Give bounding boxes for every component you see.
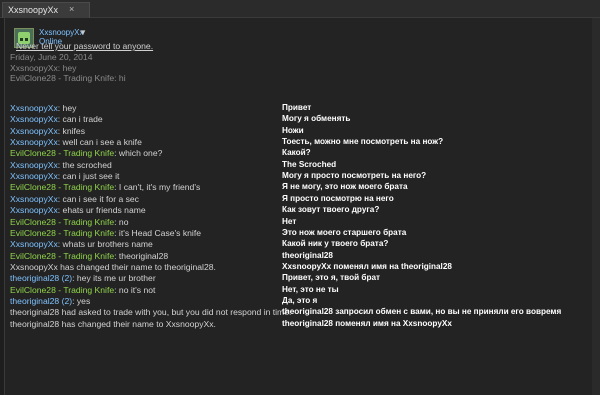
message-text: : no (114, 216, 129, 227)
chat-date: Friday, June 20, 2014 (10, 52, 93, 62)
translation-text: theoriginal28 (282, 250, 333, 260)
message-text: : yes (72, 295, 91, 306)
profile-name[interactable]: XxsnoopyXx (39, 28, 83, 37)
message-text: : theoriginal28 (114, 250, 169, 261)
translation-text: Как зовут твоего друга? (282, 205, 380, 215)
message-line: XxsnoopyXx: well can i see a knife (10, 137, 142, 147)
message-text: : it's Head Case's knife (114, 227, 202, 238)
translation-text: Нет, это не ты (282, 284, 339, 294)
message-text: : which one? (114, 148, 163, 159)
translation-text: Это нож моего старшего брата (282, 227, 407, 237)
system-message: XxsnoopyXx has changed their name to the… (10, 261, 216, 272)
message-line: theoriginal28 (2): hey its me ur brother (10, 273, 156, 283)
translation-text: Привет (282, 103, 312, 112)
message-line: XxsnoopyXx: the scroched (10, 160, 112, 170)
translation-text: theoriginal28 запросил обмен с вами, но … (282, 307, 562, 317)
message-sender[interactable]: theoriginal28 (2) (10, 296, 72, 306)
translation-text: Я не могу, это нож моего брата (282, 182, 408, 192)
message-text: : no it's not (114, 284, 156, 295)
message-line: XxsnoopyXx: hey (10, 103, 76, 113)
message-text: : can i see it for a sec (57, 193, 139, 204)
message-text: : ehats ur friends name (57, 205, 146, 216)
scrollbar[interactable] (592, 18, 600, 395)
translation-text: The Scroched (282, 159, 337, 169)
history-sender: EvilClone28 - Trading Knife (10, 73, 115, 83)
tab-title: XxsnoopyXx (8, 5, 59, 15)
history-line: EvilClone28 - Trading Knife: hi (10, 73, 126, 83)
chat-tab[interactable]: XxsnoopyXx × (2, 2, 90, 18)
translation-text: Какой? (282, 148, 311, 158)
message-sender[interactable]: XxsnoopyXx (10, 103, 58, 113)
message-sender[interactable]: EvilClone28 - Trading Knife (10, 285, 114, 295)
tab-bar: XxsnoopyXx × (0, 0, 600, 18)
translation-text: Могу я просто посмотреть на него? (282, 171, 427, 181)
message-line: EvilClone28 - Trading Knife: I can't, it… (10, 182, 200, 192)
history-sender: XxsnoopyXx (10, 63, 58, 73)
translation-text: Привет, это я, твой брат (282, 273, 381, 283)
translation-text: Тоесть, можно мне посмотреть на нож? (282, 137, 444, 147)
message-text: : can i trade (57, 114, 103, 125)
system-message: theoriginal28 has changed their name to … (10, 318, 216, 329)
history-text: hey (62, 63, 77, 73)
chevron-down-icon[interactable]: ▼ (79, 28, 87, 37)
system-message: theoriginal28 had asked to trade with yo… (10, 307, 292, 318)
message-sender[interactable]: EvilClone28 - Trading Knife (10, 182, 114, 192)
message-line: XxsnoopyXx has changed their name to the… (10, 262, 216, 272)
translation-text: theoriginal28 поменял имя на XxsnoopyXx (282, 318, 452, 328)
translation-text: Я просто посмотрю на него (282, 193, 394, 203)
message-sender[interactable]: XxsnoopyXx (10, 160, 58, 170)
message-sender[interactable]: XxsnoopyXx (10, 205, 58, 215)
message-line: theoriginal28 had asked to trade with yo… (10, 307, 291, 317)
message-sender[interactable]: XxsnoopyXx (10, 137, 58, 147)
message-line: theoriginal28 has changed their name to … (10, 319, 216, 329)
translation-text: Могу я обменять (282, 114, 351, 124)
message-text: : can i just see it (57, 171, 120, 182)
message-line: EvilClone28 - Trading Knife: no it's not (10, 285, 155, 295)
message-sender[interactable]: theoriginal28 (2) (10, 273, 72, 283)
message-line: XxsnoopyXx: whats ur brothers name (10, 239, 153, 249)
message-line: EvilClone28 - Trading Knife: which one? (10, 148, 162, 158)
message-line: EvilClone28 - Trading Knife: theoriginal… (10, 251, 168, 261)
message-line: XxsnoopyXx: knifes (10, 126, 85, 136)
message-text: : knifes (57, 125, 86, 136)
message-line: EvilClone28 - Trading Knife: it's Head C… (10, 228, 201, 238)
message-line: XxsnoopyXx: ehats ur friends name (10, 205, 146, 215)
translation-text: Нет (282, 216, 297, 226)
message-sender[interactable]: XxsnoopyXx (10, 239, 58, 249)
translation-text: Да, это я (282, 295, 318, 305)
message-sender[interactable]: XxsnoopyXx (10, 114, 58, 124)
message-line: XxsnoopyXx: can i see it for a sec (10, 194, 139, 204)
message-sender[interactable]: XxsnoopyXx (10, 126, 58, 136)
message-text: : hey its me ur brother (72, 273, 156, 284)
message-sender[interactable]: EvilClone28 - Trading Knife (10, 228, 114, 238)
message-sender[interactable]: XxsnoopyXx (10, 171, 58, 181)
history-text: hi (118, 73, 126, 83)
message-text: : hey (57, 103, 77, 113)
message-sender[interactable]: XxsnoopyXx (10, 194, 58, 204)
translation-text: XxsnoopyXx поменял имя на theoriginal28 (282, 261, 452, 271)
translation-text: Какой ник у твоего брата? (282, 239, 389, 249)
message-text: : the scroched (57, 159, 112, 170)
translation-text: Ножи (282, 125, 304, 135)
message-line: theoriginal28 (2): yes (10, 296, 90, 306)
close-icon[interactable]: × (69, 4, 74, 14)
message-line: XxsnoopyXx: can i trade (10, 114, 103, 124)
message-text: : I can't, it's my friend's (114, 182, 201, 193)
message-sender[interactable]: EvilClone28 - Trading Knife (10, 251, 114, 261)
message-text: : whats ur brothers name (57, 239, 153, 250)
message-text: : well can i see a knife (57, 137, 142, 148)
message-sender[interactable]: EvilClone28 - Trading Knife (10, 148, 114, 158)
message-sender[interactable]: EvilClone28 - Trading Knife (10, 217, 114, 227)
password-warning: Never tell your password to anyone. (16, 41, 154, 51)
history-line: XxsnoopyXx: hey (10, 63, 77, 73)
message-line: XxsnoopyXx: can i just see it (10, 171, 119, 181)
message-line: EvilClone28 - Trading Knife: no (10, 217, 128, 227)
